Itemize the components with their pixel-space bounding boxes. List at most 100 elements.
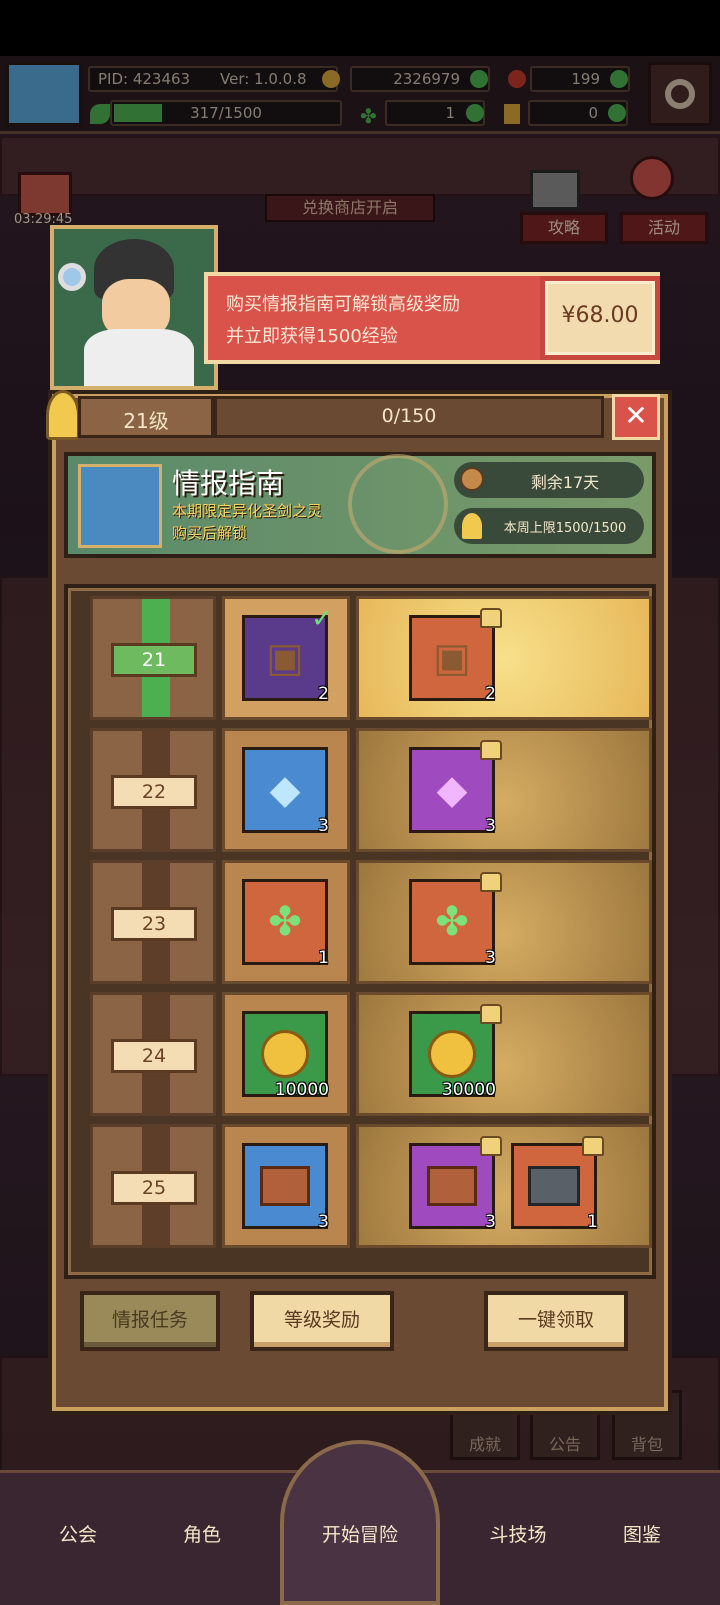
premium-reward-item[interactable]: 1 [511, 1136, 604, 1232]
close-button[interactable]: ✕ [612, 394, 660, 440]
premium-reward-item[interactable]: ▣ 2 [409, 608, 502, 704]
level-tag: 21级 [78, 396, 214, 438]
medal-icon [462, 513, 482, 539]
gold-coin-icon [428, 1030, 476, 1078]
nav-codex[interactable]: 图鉴 [592, 1520, 692, 1547]
promo-line-2: 并立即获得1500经验 [226, 326, 398, 347]
nav-arena[interactable]: 斗技场 [468, 1520, 568, 1547]
guide-subtitle-1: 本期限定异化圣剑之灵 [172, 502, 323, 520]
lock-icon [480, 740, 502, 760]
purple-crystal-icon: ◆ [436, 767, 468, 813]
guide-header: 情报指南 本期限定异化圣剑之灵 购买后解锁 剩余17天 本周上限1500/150… [64, 452, 656, 558]
item-qty: 1 [587, 1212, 598, 1232]
claim-all-button[interactable]: 一键领取 [484, 1291, 628, 1351]
level-column: 22 [90, 728, 216, 852]
clover-icon: ✤ [435, 899, 469, 945]
level-column: 21 [90, 596, 216, 720]
premium-reward-cell: 30000 [356, 992, 652, 1116]
level-badge: 23 [111, 907, 197, 941]
nav-character[interactable]: 角色 [152, 1520, 252, 1547]
reward-row: 21 ▣ 2 ✓ ▣ 2 [90, 596, 652, 720]
reward-row: 22 ◆ 3 ◆ 3 [90, 728, 652, 852]
lock-icon [480, 872, 502, 892]
item-qty: 10000 [274, 1080, 329, 1100]
chest-icon: ▣ [433, 635, 471, 681]
premium-reward-item[interactable]: ◆ 3 [409, 740, 502, 836]
claimed-check-icon: ✓ [311, 604, 333, 634]
premium-reward-cell: ◆ 3 [356, 728, 652, 852]
nav-start-adventure[interactable]: 开始冒险 [310, 1520, 410, 1547]
nav-character-label: 角色 [182, 1524, 221, 1546]
premium-reward-cell: ✤ 3 [356, 860, 652, 984]
item-qty: 3 [485, 948, 496, 968]
guide-avatar [78, 464, 162, 548]
premium-reward-item[interactable]: ✤ 3 [409, 872, 502, 968]
reward-row: 23 ✤ 1 ✤ 3 [90, 860, 652, 984]
level-badge: 22 [111, 775, 197, 809]
rewards-list[interactable]: 21 ▣ 2 ✓ ▣ 2 22 ◆ 3 ◆ 3 23 ✤ 1 ✤ 3 24 10… [64, 584, 656, 1279]
remaining-text: 剩余17天 [530, 473, 600, 492]
character-portrait [50, 225, 218, 390]
item-qty: 3 [318, 1212, 329, 1232]
premium-reward-item[interactable]: 3 [409, 1136, 502, 1232]
free-reward-cell: ▣ 2 ✓ [222, 596, 350, 720]
nav-codex-label: 图鉴 [622, 1524, 661, 1546]
free-reward-cell: ✤ 1 [222, 860, 350, 984]
price-label: ¥68.00 [561, 303, 639, 328]
lock-icon [582, 1136, 604, 1156]
level-rewards-button[interactable]: 等级奖励 [250, 1291, 394, 1351]
premium-reward-item[interactable]: 30000 [409, 1004, 502, 1100]
intel-guide-panel: 21级 0/150 ✕ 情报指南 本期限定异化圣剑之灵 购买后解锁 剩余17天 … [46, 390, 672, 1415]
level-badge: 21 [111, 643, 197, 677]
weekly-limit: 本周上限1500/1500 [454, 508, 644, 544]
item-qty: 3 [485, 816, 496, 836]
level-badge: 25 [111, 1171, 197, 1205]
lock-icon [480, 1004, 502, 1024]
item-qty: 3 [485, 1212, 496, 1232]
free-reward-item[interactable]: ▣ 2 ✓ [242, 604, 333, 704]
clover-icon: ✤ [268, 899, 302, 945]
reward-row: 24 10000 30000 [90, 992, 652, 1116]
guide-title: 情报指南 [172, 467, 285, 500]
free-reward-item[interactable]: 10000 [242, 1011, 329, 1100]
free-reward-cell: ◆ 3 [222, 728, 350, 852]
buy-button[interactable]: ¥68.00 [540, 276, 660, 360]
blue-crystal-icon: ◆ [269, 767, 301, 813]
level-column: 25 [90, 1124, 216, 1248]
free-reward-item[interactable]: ✤ 1 [242, 879, 329, 968]
level-text: 21级 [123, 409, 169, 433]
iron-chest-icon [528, 1166, 580, 1206]
nav-guild[interactable]: 公会 [28, 1520, 128, 1547]
intel-tasks-button[interactable]: 情报任务 [80, 1291, 220, 1351]
nav-arena-label: 斗技场 [489, 1524, 547, 1546]
item-qty: 1 [318, 948, 329, 968]
clock-icon [460, 467, 484, 491]
item-qty: 2 [485, 684, 496, 704]
close-icon: ✕ [624, 399, 648, 432]
weekly-limit-text: 本周上限1500/1500 [503, 521, 627, 536]
level-progress-text: 0/150 [381, 405, 437, 427]
level-badge: 24 [111, 1039, 197, 1073]
free-reward-cell: 10000 [222, 992, 350, 1116]
chest-icon: ▣ [266, 635, 304, 681]
lock-icon [480, 608, 502, 628]
remaining-days: 剩余17天 [454, 462, 644, 498]
item-qty: 3 [318, 816, 329, 836]
compass-icon [348, 454, 448, 554]
premium-reward-cell: 3 1 [356, 1124, 652, 1248]
free-reward-cell: 3 [222, 1124, 350, 1248]
free-reward-item[interactable]: 3 [242, 1143, 329, 1232]
premium-reward-cell: ▣ 2 [356, 596, 652, 720]
level-column: 24 [90, 992, 216, 1116]
promo-line-1: 购买情报指南可解锁高级奖励 [226, 294, 460, 315]
level-progress-bar: 0/150 [214, 396, 604, 438]
item-qty: 2 [318, 684, 329, 704]
magnifier-icon [58, 263, 86, 291]
level-column: 23 [90, 860, 216, 984]
free-reward-item[interactable]: ◆ 3 [242, 747, 329, 836]
crate-icon [260, 1166, 310, 1206]
gold-coin-icon [261, 1030, 309, 1078]
guide-subtitle-2: 购买后解锁 [172, 524, 248, 542]
lock-icon [480, 1136, 502, 1156]
nav-guild-label: 公会 [58, 1524, 97, 1546]
